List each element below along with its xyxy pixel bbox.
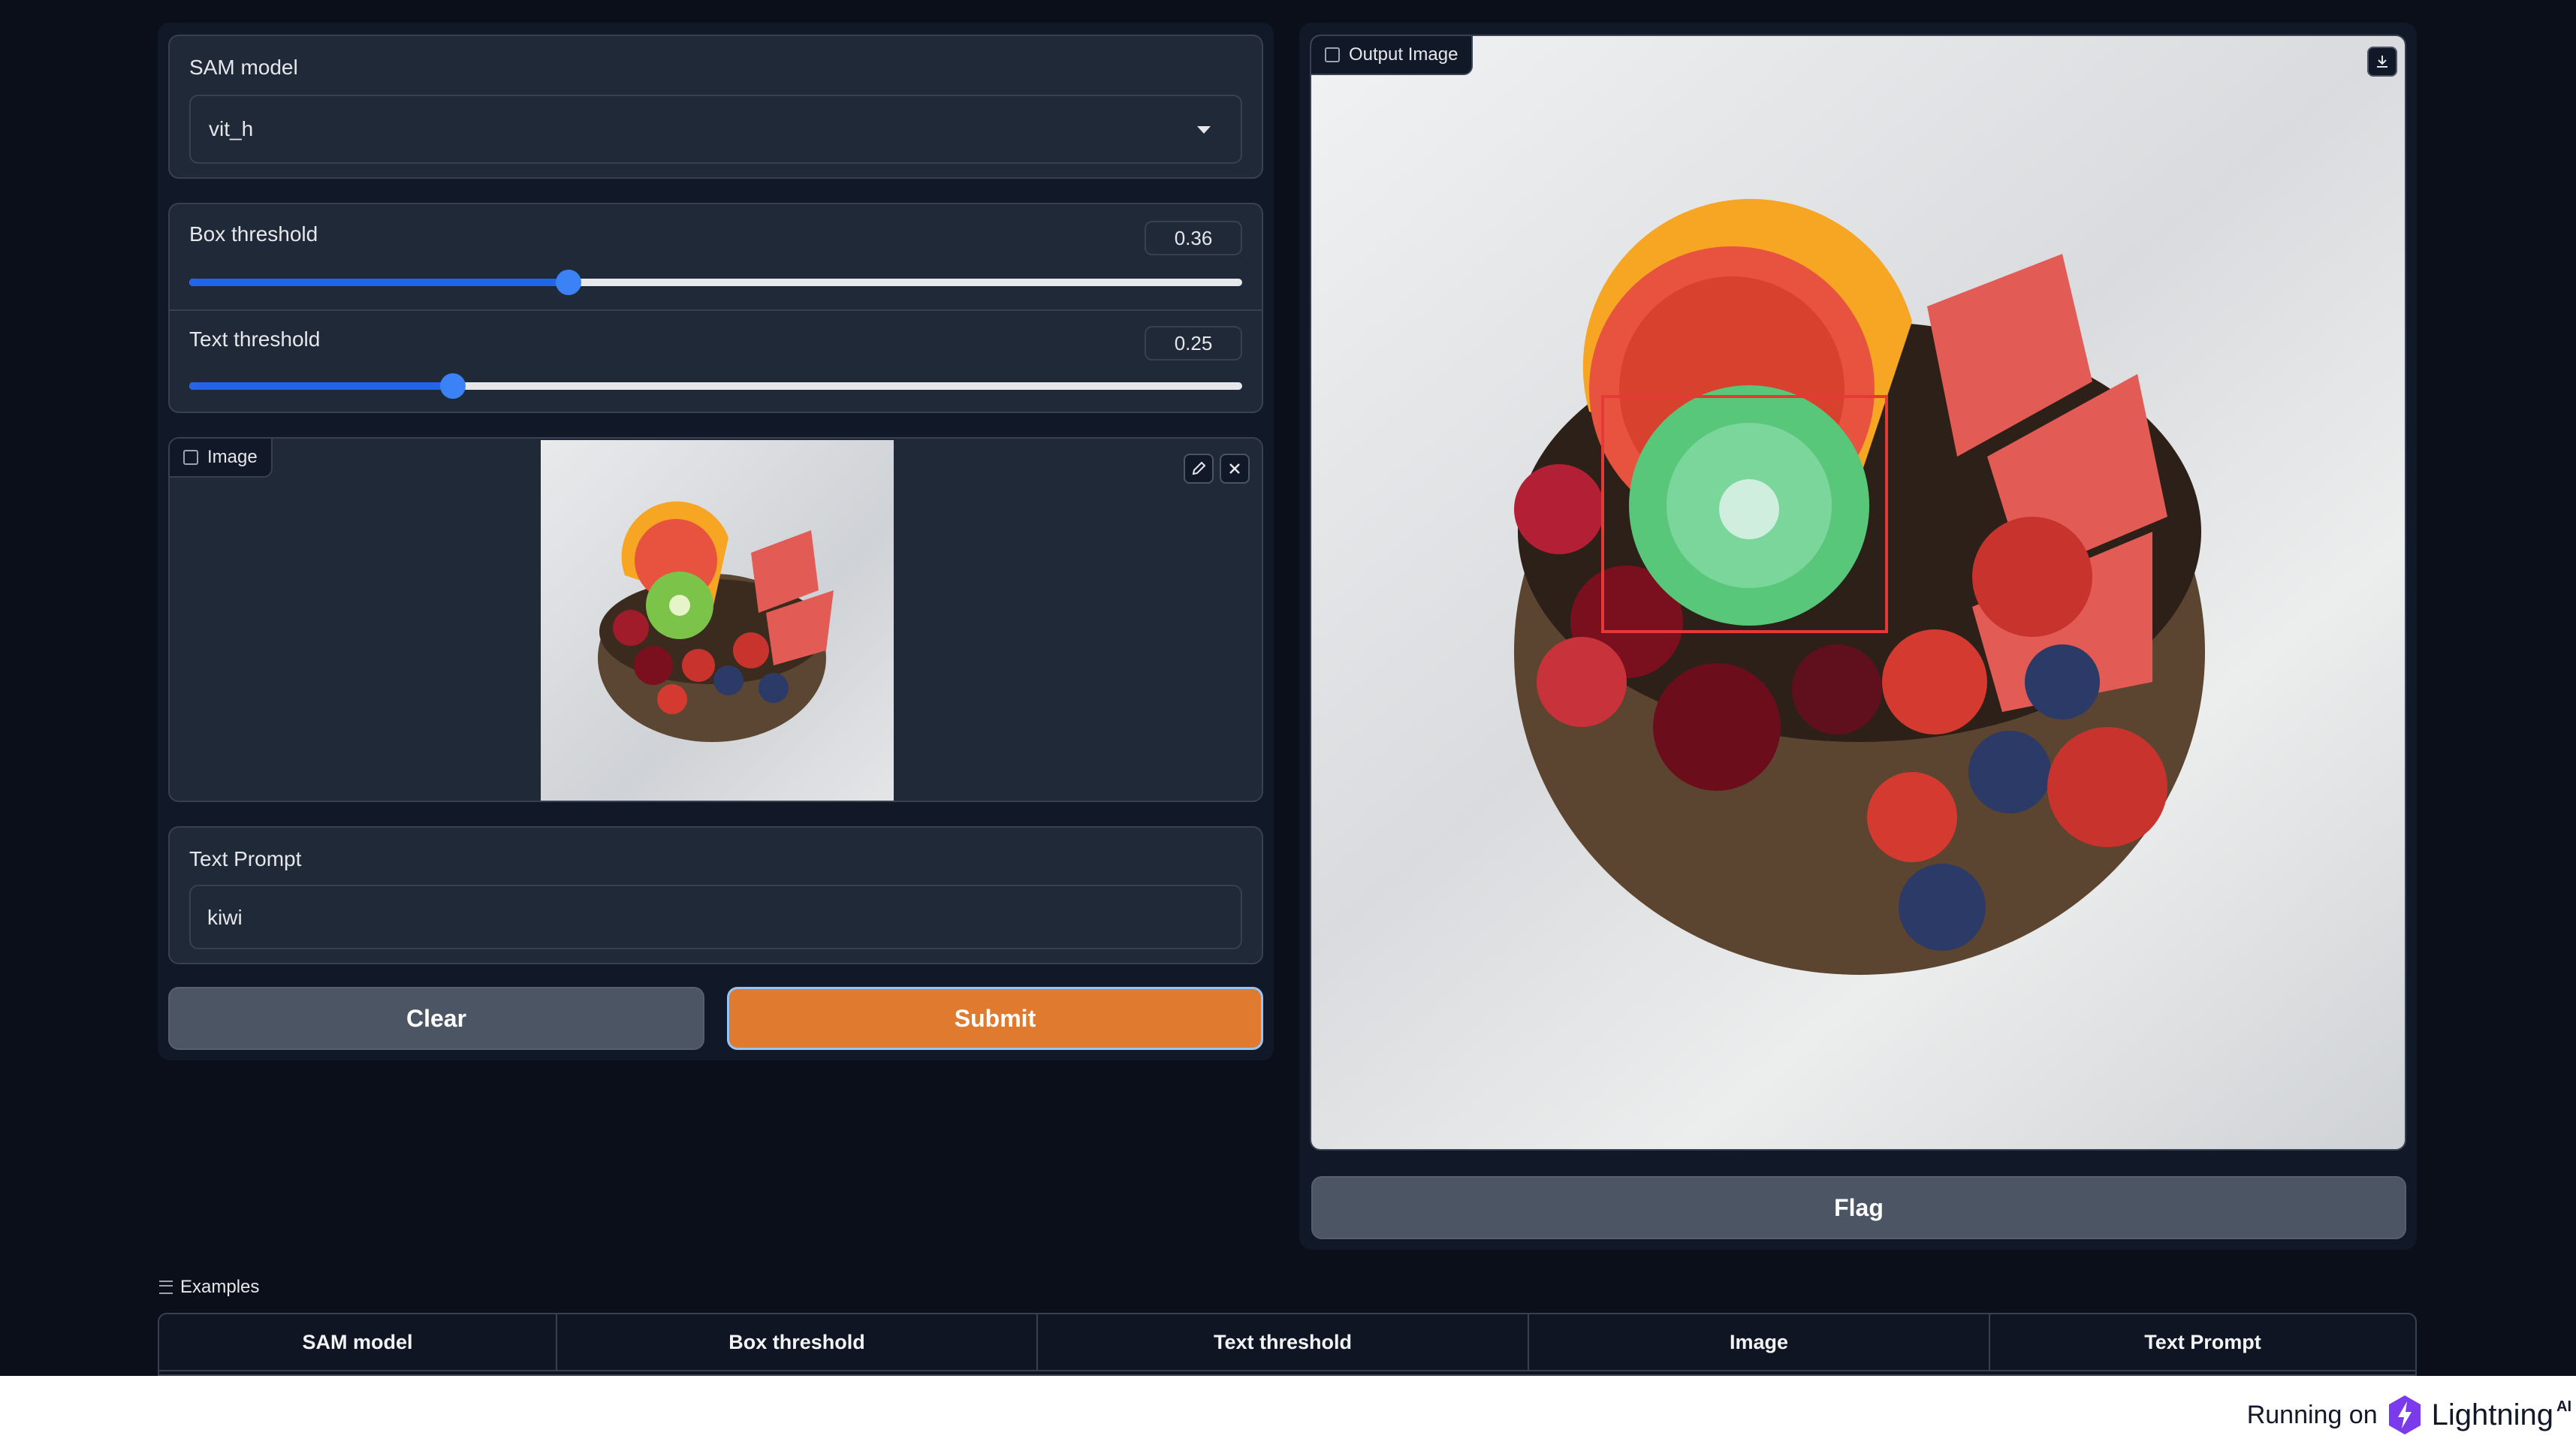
column-header: Text threshold bbox=[1038, 1314, 1529, 1370]
chevron-down-icon bbox=[1197, 126, 1211, 134]
box-threshold-input[interactable]: 0.36 bbox=[1145, 221, 1242, 255]
lightning-logo-icon bbox=[2388, 1395, 2421, 1434]
image-label-chip: Image bbox=[170, 439, 273, 478]
image-label: Image bbox=[207, 447, 258, 467]
thresholds-panel: Box threshold 0.36 Text threshold 0.25 bbox=[168, 203, 1263, 413]
slider-divider bbox=[170, 309, 1262, 311]
text-prompt-value: kiwi bbox=[207, 906, 243, 929]
list-icon bbox=[159, 1281, 173, 1294]
sam-model-select[interactable]: vit_h bbox=[189, 95, 1242, 164]
image-input-panel: Image bbox=[168, 437, 1263, 802]
examples-label: Examples bbox=[180, 1277, 260, 1297]
flag-button[interactable]: Flag bbox=[1311, 1176, 2406, 1239]
image-icon bbox=[1325, 47, 1340, 62]
examples-header: Examples bbox=[159, 1277, 259, 1298]
submit-button[interactable]: Submit bbox=[727, 987, 1263, 1050]
sam-model-value: vit_h bbox=[209, 117, 254, 140]
input-image bbox=[541, 440, 894, 801]
column-header: Box threshold bbox=[557, 1314, 1038, 1370]
brand-name: Lightning bbox=[2431, 1398, 2553, 1431]
edit-icon[interactable] bbox=[1184, 454, 1214, 484]
examples-table: SAM model Box threshold Text threshold I… bbox=[158, 1313, 2417, 1376]
text-threshold-slider[interactable] bbox=[189, 371, 1242, 401]
output-image-panel: Output Image bbox=[1310, 35, 2406, 1151]
sam-model-panel: SAM model vit_h bbox=[168, 35, 1263, 179]
text-threshold-thumb[interactable] bbox=[439, 373, 466, 399]
text-prompt-input[interactable]: kiwi bbox=[189, 885, 1242, 949]
column-header: Image bbox=[1529, 1314, 1990, 1370]
box-threshold-fill bbox=[189, 279, 569, 286]
output-label: Output Image bbox=[1349, 44, 1458, 65]
column-header: Text Prompt bbox=[2144, 1330, 2261, 1353]
kiwi-slice bbox=[1629, 385, 1869, 626]
box-threshold-label: Box threshold bbox=[189, 222, 318, 246]
header-divider bbox=[159, 1370, 2415, 1371]
text-prompt-label: Text Prompt bbox=[189, 847, 302, 870]
running-on-text: Running on bbox=[2246, 1400, 2378, 1429]
clear-button[interactable]: Clear bbox=[168, 987, 704, 1050]
sam-model-label: SAM model bbox=[189, 56, 298, 79]
output-image bbox=[1311, 36, 2405, 1149]
footer-bar: Running on Lightning AI bbox=[0, 1376, 2576, 1454]
output-label-chip: Output Image bbox=[1311, 36, 1474, 75]
box-threshold-thumb[interactable] bbox=[555, 270, 581, 295]
download-icon[interactable] bbox=[2367, 47, 2397, 77]
image-icon bbox=[183, 450, 198, 465]
brand-suffix: AI bbox=[2556, 1398, 2571, 1415]
box-threshold-slider[interactable] bbox=[189, 267, 1242, 297]
text-threshold-input[interactable]: 0.25 bbox=[1145, 326, 1242, 360]
text-threshold-fill bbox=[189, 382, 453, 390]
text-prompt-panel: Text Prompt kiwi bbox=[168, 826, 1263, 964]
text-threshold-label: Text threshold bbox=[189, 327, 321, 351]
close-icon[interactable] bbox=[1220, 454, 1250, 484]
column-header: SAM model bbox=[159, 1314, 557, 1370]
running-on-badge[interactable]: Running on Lightning AI bbox=[2247, 1376, 2571, 1454]
